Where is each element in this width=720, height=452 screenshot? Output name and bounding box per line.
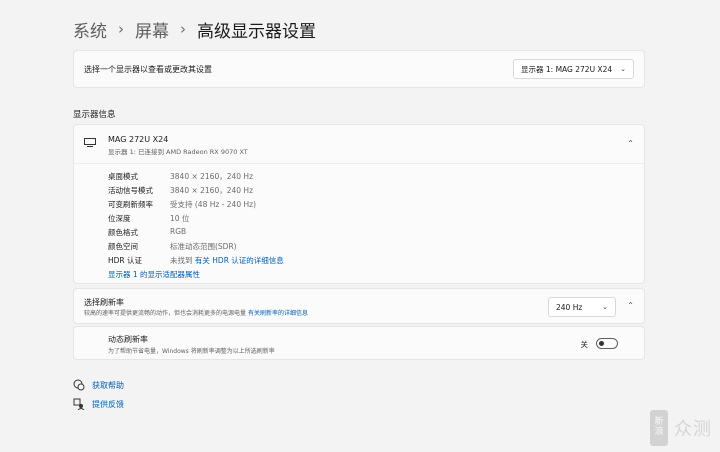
- give-feedback-label: 提供反馈: [92, 399, 124, 409]
- display-select-dropdown[interactable]: 显示器 1: MAG 272U X24 ⌄: [513, 59, 634, 79]
- info-value: RGB: [170, 227, 187, 236]
- info-key: 颜色格式: [108, 228, 138, 237]
- info-key: 桌面模式: [108, 172, 138, 181]
- dynamic-refresh-toggle[interactable]: [596, 338, 618, 349]
- chevron-right-icon: ›: [118, 20, 124, 38]
- page-title: 高级显示器设置: [197, 21, 316, 42]
- toggle-state-label: 关: [580, 340, 589, 349]
- get-help-label: 获取帮助: [92, 380, 124, 390]
- hdr-cert-link[interactable]: 有关 HDR 认证的详细信息: [195, 256, 284, 265]
- breadcrumb-display[interactable]: 屏幕: [135, 17, 169, 42]
- refresh-rate-desc: 较高的速率可提供更流畅的动作，但也会消耗更多的电源电量 有关刷新率的详细信息: [84, 308, 308, 317]
- watermark-text: 众测: [674, 419, 712, 440]
- chevron-right-icon: ›: [180, 20, 186, 38]
- info-value: 3840 × 2160，240 Hz: [170, 172, 254, 181]
- info-value: 未找到 有关 HDR 认证的详细信息: [170, 255, 284, 266]
- dynamic-refresh-row: 动态刷新率 为了帮助节省电量，Windows 将刷新率调整为以上所选刷新率 关: [73, 326, 645, 360]
- watermark-badge: 新 浪: [650, 410, 668, 446]
- info-key: 活动信号模式: [108, 186, 153, 195]
- breadcrumb-system[interactable]: 系统: [73, 17, 107, 42]
- refresh-rate-row: 选择刷新率 较高的速率可提供更流畅的动作，但也会消耗更多的电源电量 有关刷新率的…: [73, 288, 645, 324]
- info-value: 3840 × 2160，240 Hz: [170, 186, 254, 195]
- dynamic-refresh-desc: 为了帮助节省电量，Windows 将刷新率调整为以上所选刷新率: [108, 348, 275, 355]
- display-select-row: 选择一个显示器以查看或更改其设置 显示器 1: MAG 272U X24 ⌄: [73, 50, 645, 88]
- monitor-subtitle: 显示器 1: 已连接到 AMD Radeon RX 9070 XT: [108, 148, 248, 156]
- section-title-display-info: 显示器信息: [73, 110, 116, 120]
- info-key: 颜色空间: [108, 242, 138, 251]
- monitor-icon: [84, 138, 96, 147]
- breadcrumb: 系统 › 屏幕 › 高级显示器设置: [73, 14, 316, 44]
- refresh-rate-link[interactable]: 有关刷新率的详细信息: [248, 310, 308, 317]
- toggle-knob: [599, 341, 604, 346]
- info-key: 可变刷新频率: [108, 200, 153, 209]
- info-value: 受支持 (48 Hz - 240 Hz): [170, 200, 256, 209]
- chevron-down-icon: ⌄: [620, 65, 626, 73]
- help-chat-icon: [73, 379, 85, 391]
- refresh-rate-value: 240 Hz: [556, 303, 583, 312]
- display-info-card: MAG 272U X24 显示器 1: 已连接到 AMD Radeon RX 9…: [73, 124, 645, 284]
- feedback-icon: [73, 398, 85, 410]
- refresh-rate-title: 选择刷新率: [84, 298, 124, 307]
- info-value: 标准动态范围(SDR): [170, 242, 237, 251]
- hdr-status: 未找到: [170, 256, 193, 265]
- chevron-up-icon[interactable]: ⌃: [627, 139, 634, 148]
- adapter-properties-link[interactable]: 显示器 1 的显示适配器属性: [108, 269, 200, 280]
- monitor-name: MAG 272U X24: [108, 135, 169, 144]
- display-select-value: 显示器 1: MAG 272U X24: [521, 64, 613, 74]
- chevron-up-icon[interactable]: ⌃: [627, 301, 634, 310]
- chevron-down-icon: ⌄: [602, 303, 608, 311]
- info-key: HDR 认证: [108, 256, 143, 265]
- watermark: 新 浪 众测: [650, 410, 712, 446]
- refresh-rate-dropdown[interactable]: 240 Hz ⌄: [548, 297, 616, 317]
- display-info-header[interactable]: MAG 272U X24 显示器 1: 已连接到 AMD Radeon RX 9…: [74, 125, 644, 164]
- info-key: 位深度: [108, 214, 131, 223]
- info-value: 10 位: [170, 214, 190, 223]
- dynamic-refresh-title: 动态刷新率: [108, 335, 148, 344]
- get-help-link[interactable]: 获取帮助: [73, 379, 124, 391]
- watermark-badge-char: 浪: [654, 427, 664, 437]
- display-select-label: 选择一个显示器以查看或更改其设置: [84, 65, 212, 74]
- give-feedback-link[interactable]: 提供反馈: [73, 398, 124, 410]
- refresh-rate-desc-text: 较高的速率可提供更流畅的动作，但也会消耗更多的电源电量: [84, 310, 247, 317]
